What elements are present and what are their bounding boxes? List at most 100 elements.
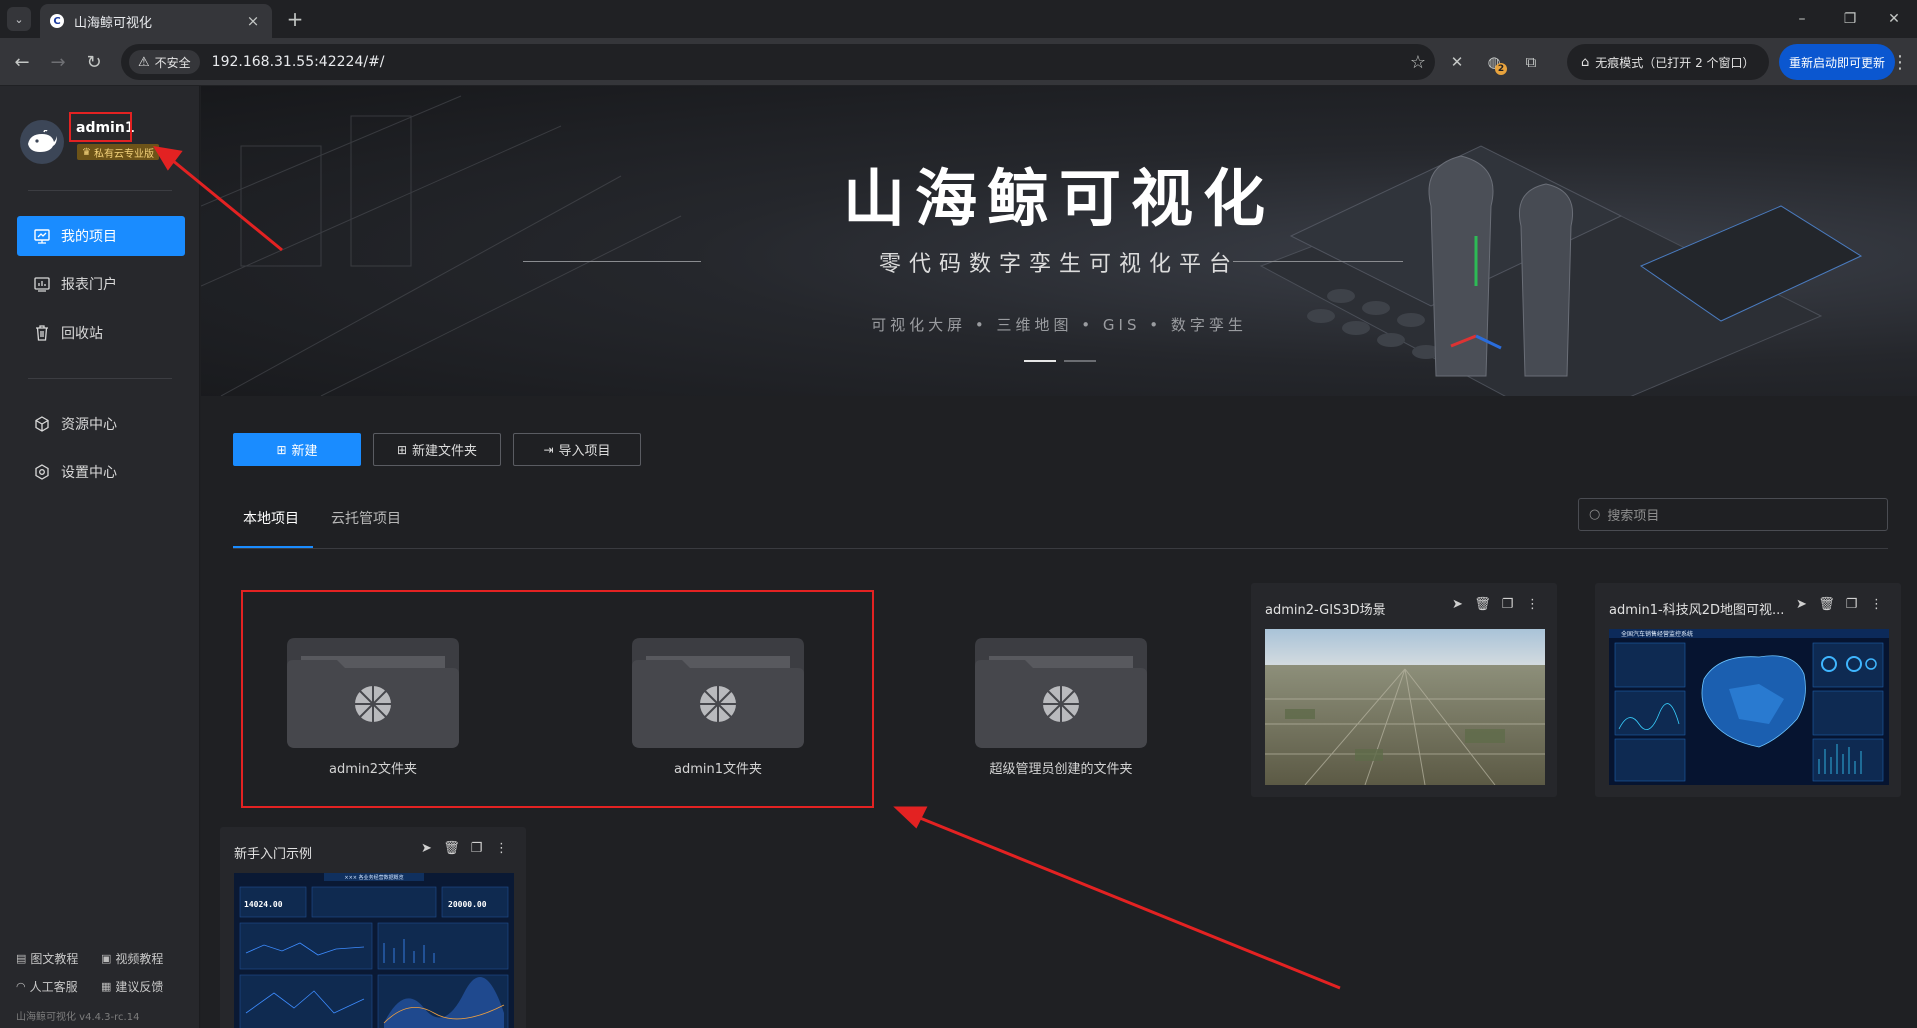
sidebar-item-recycle-bin[interactable]: 回收站 [17,313,185,353]
video-icon: ▣ [101,952,112,965]
feedback-link[interactable]: ▦ 建议反馈 [101,978,163,995]
whale-logo-icon [28,130,57,152]
gear-icon [33,463,51,481]
sidebar: admin1 ♛ 私有云专业版 我的项目 报表门户 回收站 资源中心 设置中心 … [0,86,200,1028]
report-icon [33,275,51,293]
extension-icon[interactable]: ◍ 2 [1481,49,1507,75]
text-tutorial-link[interactable]: ▤ 图文教程 [16,950,78,967]
project-thumbnail[interactable]: ××× 各业务经营数据概览 14024.00 20000.00 [234,873,514,1028]
project-card[interactable]: 新手入门示例 ➤ 🗑 ❐ ⋮ ××× 各业务经营数据概览 14024.00 20… [220,827,526,1028]
banner-tags: 可视化大屏 • 三维地图 • GIS • 数字孪生 [871,316,1247,334]
incognito-chip[interactable]: ⌂ 无痕模式（已打开 2 个窗口） [1567,44,1769,80]
project-thumbnail[interactable] [1265,629,1545,785]
copy-icon[interactable]: ❐ [1839,597,1864,612]
plus-square-icon: ⊞ [276,442,287,457]
sidebar-item-report-portal[interactable]: 报表门户 [17,264,185,304]
publish-icon[interactable]: ➤ [1789,597,1814,612]
support-link[interactable]: ◠ 人工客服 [16,978,78,995]
address-bar[interactable]: ⚠ 不安全 192.168.31.55:42224/#/ ☆ [121,44,1435,80]
incognito-label: 无痕模式（已打开 2 个窗口） [1595,55,1755,70]
reload-icon[interactable]: ↻ [81,49,107,75]
url-text[interactable]: 192.168.31.55:42224/#/ [212,54,1401,70]
site-info-chip[interactable]: ⚠ 不安全 [129,50,200,74]
trash-icon [33,324,51,342]
browser-toolbar: ← → ↻ ⚠ 不安全 192.168.31.55:42224/#/ ☆ ✕ ◍… [0,38,1917,86]
tabs-divider [233,548,1888,549]
card-actions: ➤ 🗑 ❐ ⋮ [414,841,514,856]
project-card[interactable]: admin1-科技风2D地图可视... ➤ 🗑 ❐ ⋮ 全国汽车销售经营监控系统 [1595,583,1901,797]
crown-icon: ♛ [82,146,91,158]
sidebar-item-resource-center[interactable]: 资源中心 [17,404,185,444]
sidebar-item-settings-center[interactable]: 设置中心 [17,452,185,492]
feedback-icon: ▦ [101,980,112,993]
forward-icon[interactable]: → [45,49,71,75]
tab-cloud-projects[interactable]: 云托管项目 [331,508,401,528]
new-project-button[interactable]: ⊞ 新建 [233,433,361,466]
edition-badge: ♛ 私有云专业版 [77,144,159,160]
sidebar-divider [28,378,172,379]
more-icon[interactable]: ⋮ [489,841,514,856]
banner-city-illustration [201,95,1863,396]
thumb-right-value: 20000.00 [448,900,487,909]
window-close-icon[interactable]: ✕ [1880,6,1908,32]
thumb-caption: 全国汽车销售经营监控系统 [1621,630,1693,638]
carousel-dot[interactable] [1064,360,1096,362]
sidebar-item-label: 我的项目 [61,229,117,245]
banner-subtitle: 零代码数字孪生可视化平台 [878,252,1239,277]
more-icon[interactable]: ⋮ [1520,597,1545,612]
new-tab-button[interactable]: + [282,6,308,32]
incognito-icon: ⌂ [1581,54,1590,70]
thumb-caption: ××× 各业务经营数据概览 [344,874,403,881]
back-icon[interactable]: ← [9,49,35,75]
new-folder-button[interactable]: ⊞ 新建文件夹 [373,433,501,466]
sidebar-item-my-projects[interactable]: 我的项目 [17,216,185,256]
version-text: 山海鲸可视化 v4.4.3-rc.14 [16,1012,140,1023]
tab-search-button[interactable]: ⌄ [7,7,31,31]
warning-icon: ⚠ [138,54,150,70]
publish-icon[interactable]: ➤ [414,841,439,856]
browser-tab[interactable]: C 山海鲸可视化 × [40,4,272,38]
search-input[interactable]: ○ 搜索项目 [1578,498,1888,531]
project-card[interactable]: admin2-GIS3D场景 ➤ 🗑 ❐ ⋮ [1251,583,1557,797]
update-button[interactable]: 重新启动即可更新 [1779,44,1896,80]
copy-icon[interactable]: ❐ [464,841,489,856]
favicon-icon: C [50,14,64,28]
close-icon[interactable]: × [244,12,262,30]
import-project-button[interactable]: ⇥ 导入项目 [513,433,641,466]
import-icon: ⇥ [543,442,554,457]
folder-plus-icon: ⊞ [396,442,408,457]
import-project-label: 导入项目 [558,444,611,459]
edition-label: 私有云专业版 [93,148,154,160]
search-placeholder: 搜索项目 [1607,509,1660,524]
publish-icon[interactable]: ➤ [1445,597,1470,612]
project-title: admin1-科技风2D地图可视... [1609,603,1785,618]
sidebar-item-label: 资源中心 [61,417,117,433]
delete-icon[interactable]: 🗑 [1470,597,1495,612]
card-actions: ➤ 🗑 ❐ ⋮ [1789,597,1889,612]
bookmark-star-icon[interactable]: ☆ [1401,52,1435,73]
carousel-dot-active[interactable] [1024,360,1056,362]
headset-icon: ◠ [16,980,26,993]
video-tutorial-label: 视频教程 [115,952,164,966]
project-title: admin2-GIS3D场景 [1265,603,1386,618]
text-tutorial-label: 图文教程 [30,952,79,966]
extension-badge: 2 [1495,63,1507,75]
sidebar-divider [28,190,172,191]
delete-icon[interactable]: 🗑 [439,841,464,856]
search-icon: ○ [1589,507,1601,522]
restore-icon[interactable]: ❐ [1836,6,1864,32]
video-tutorial-link[interactable]: ▣ 视频教程 [101,950,163,967]
avatar[interactable] [20,120,64,164]
support-label: 人工客服 [29,980,78,994]
sidebar-item-label: 设置中心 [61,465,117,481]
more-icon[interactable]: ⋮ [1864,597,1889,612]
extension-x-icon[interactable]: ✕ [1444,49,1470,75]
delete-icon[interactable]: 🗑 [1814,597,1839,612]
minimize-icon[interactable]: – [1788,6,1816,32]
tab-local-projects[interactable]: 本地项目 [243,508,299,528]
more-vert-icon[interactable]: ⋮ [1888,49,1912,75]
project-thumbnail[interactable]: 全国汽车销售经营监控系统 [1609,629,1889,785]
folder-item[interactable]: 超级管理员创建的文件夹 [975,638,1147,777]
puzzle-icon[interactable]: ⧉ [1518,49,1544,75]
copy-icon[interactable]: ❐ [1495,597,1520,612]
